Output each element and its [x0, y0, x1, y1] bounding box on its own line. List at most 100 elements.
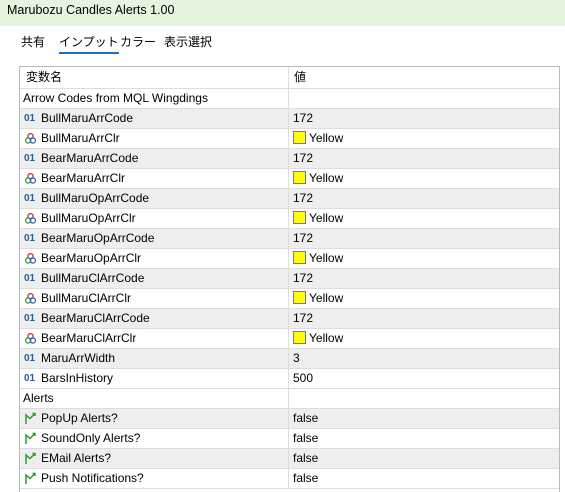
color-swatch [293, 291, 306, 304]
parameter-value-cell[interactable]: 172 [289, 229, 559, 248]
parameter-row[interactable]: BullMaruClArrClr Yellow [20, 289, 559, 309]
parameter-value-cell[interactable]: false [289, 409, 559, 428]
parameter-value: 172 [293, 271, 314, 285]
tab-common[interactable]: 共有 [21, 34, 45, 52]
parameter-value-cell[interactable]: 172 [289, 269, 559, 288]
parameter-value-cell[interactable]: Yellow [289, 209, 559, 228]
parameter-row[interactable]: BullMaruOpArrClr Yellow [20, 209, 559, 229]
parameter-row[interactable]: BearMaruArrClr Yellow [20, 169, 559, 189]
parameter-value: false [293, 431, 319, 445]
parameter-name: BullMaruOpArrCode [41, 191, 150, 205]
integer-type-icon: 01 [24, 193, 36, 204]
parameter-name-cell: 01 BearMaruArrCode [20, 149, 289, 168]
parameter-row[interactable]: PopUp Alerts? false [20, 409, 559, 429]
parameter-row[interactable]: 01 BullMaruOpArrCode 172 [20, 189, 559, 209]
parameter-name: Push Notifications? [41, 471, 144, 485]
integer-type-icon: 01 [24, 113, 36, 124]
group-header-row: Alerts [20, 389, 559, 409]
parameter-name-cell: BearMaruOpArrClr [20, 249, 289, 268]
integer-type-icon: 01 [24, 273, 36, 284]
parameter-name-cell: EMail Alerts? [20, 449, 289, 468]
color-type-icon [24, 132, 38, 145]
group-header-value [289, 389, 559, 408]
parameter-value: 172 [293, 231, 314, 245]
color-type-icon [24, 172, 38, 185]
parameter-value-cell[interactable]: Yellow [289, 329, 559, 348]
parameter-name: BearMaruArrCode [41, 151, 139, 165]
parameter-value: Yellow [309, 331, 344, 345]
parameter-value-cell[interactable]: Yellow [289, 129, 559, 148]
parameter-value: false [293, 411, 319, 425]
parameter-row[interactable]: 01 BearMaruOpArrCode 172 [20, 229, 559, 249]
parameter-name-cell: 01 BearMaruClArrCode [20, 309, 289, 328]
inputs-panel: 変数名 値 Arrow Codes from MQL Wingdings 01 Bu… [0, 59, 565, 492]
parameter-name-cell: BullMaruOpArrClr [20, 209, 289, 228]
parameter-name-cell: BearMaruClArrClr [20, 329, 289, 348]
integer-type-icon: 01 [24, 353, 36, 364]
group-header-value [289, 89, 559, 108]
parameter-value-cell[interactable]: 3 [289, 349, 559, 368]
group-header-label: Alerts [20, 389, 289, 408]
color-type-icon [24, 332, 38, 345]
parameter-name-cell: Push Notifications? [20, 469, 289, 488]
parameter-value-cell[interactable]: 172 [289, 189, 559, 208]
column-header-value[interactable]: 値 [289, 67, 559, 88]
inputs-grid: 変数名 値 Arrow Codes from MQL Wingdings 01 Bu… [19, 66, 560, 492]
parameter-value: 172 [293, 191, 314, 205]
parameter-row[interactable]: 01 BullMaruClArrCode 172 [20, 269, 559, 289]
parameter-value-cell[interactable]: Yellow [289, 289, 559, 308]
color-type-icon [24, 212, 38, 225]
tab-colors[interactable]: カラー [120, 34, 156, 52]
integer-type-icon: 01 [24, 313, 36, 324]
parameter-row[interactable]: Push Notifications? false [20, 469, 559, 489]
integer-type-icon: 01 [24, 373, 36, 384]
parameter-name-cell: 01 BullMaruOpArrCode [20, 189, 289, 208]
parameter-name: BullMaruArrCode [41, 111, 134, 125]
tab-inputs[interactable]: インプット [59, 34, 119, 54]
parameter-name-cell: SoundOnly Alerts? [20, 429, 289, 448]
parameter-row[interactable]: 01 BullMaruArrCode 172 [20, 109, 559, 129]
tab-visualization[interactable]: 表示選択 [164, 34, 212, 52]
parameter-value: Yellow [309, 171, 344, 185]
parameter-value: Yellow [309, 251, 344, 265]
parameter-name: BarsInHistory [41, 371, 114, 385]
parameter-name: BullMaruArrClr [41, 131, 120, 145]
parameter-value: Yellow [309, 211, 344, 225]
parameter-name-cell: 01 BullMaruClArrCode [20, 269, 289, 288]
parameter-row[interactable]: BearMaruOpArrClr Yellow [20, 249, 559, 269]
parameter-row[interactable]: 01 MaruArrWidth 3 [20, 349, 559, 369]
parameter-value-cell[interactable]: Yellow [289, 169, 559, 188]
parameter-name: BearMaruClArrCode [41, 311, 150, 325]
parameter-row[interactable]: 01 BarsInHistory 500 [20, 369, 559, 389]
color-type-icon [24, 292, 38, 305]
parameter-value-cell[interactable]: 172 [289, 149, 559, 168]
parameter-row[interactable]: SoundOnly Alerts? false [20, 429, 559, 449]
column-header-variable[interactable]: 変数名 [20, 67, 289, 88]
parameter-name-cell: 01 BearMaruOpArrCode [20, 229, 289, 248]
parameter-name: BearMaruArrClr [41, 171, 126, 185]
parameter-value-cell[interactable]: Yellow [289, 249, 559, 268]
integer-type-icon: 01 [24, 233, 36, 244]
parameter-name-cell: BullMaruClArrClr [20, 289, 289, 308]
color-swatch [293, 211, 306, 224]
parameter-name: EMail Alerts? [41, 451, 112, 465]
parameter-value-cell[interactable]: 500 [289, 369, 559, 388]
parameter-row[interactable]: BearMaruClArrClr Yellow [20, 329, 559, 349]
window-title: Marubozu Candles Alerts 1.00 [7, 3, 175, 17]
parameter-value-cell[interactable]: false [289, 429, 559, 448]
parameter-row[interactable]: BullMaruArrClr Yellow [20, 129, 559, 149]
group-header-label: Arrow Codes from MQL Wingdings [20, 89, 289, 108]
parameter-row[interactable]: 01 BearMaruArrCode 172 [20, 149, 559, 169]
parameter-name: PopUp Alerts? [41, 411, 118, 425]
parameter-row[interactable]: 01 BearMaruClArrCode 172 [20, 309, 559, 329]
boolean-type-icon [24, 412, 38, 425]
tab-bar: 共有 インプット カラー 表示選択 [0, 26, 565, 59]
parameter-value-cell[interactable]: 172 [289, 109, 559, 128]
parameter-name-cell: 01 MaruArrWidth [20, 349, 289, 368]
parameter-name: SoundOnly Alerts? [41, 431, 141, 445]
parameter-name: BearMaruOpArrClr [41, 251, 142, 265]
parameter-value-cell[interactable]: false [289, 449, 559, 468]
parameter-row[interactable]: EMail Alerts? false [20, 449, 559, 469]
parameter-value-cell[interactable]: 172 [289, 309, 559, 328]
parameter-value-cell[interactable]: false [289, 469, 559, 488]
